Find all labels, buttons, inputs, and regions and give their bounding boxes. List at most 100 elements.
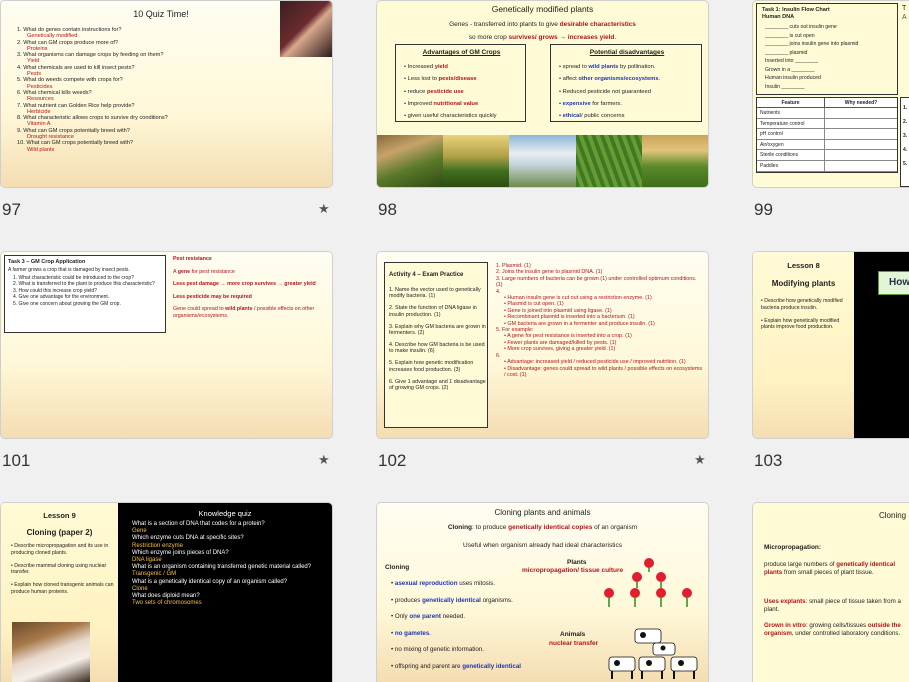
answers-list: 1. Plasmid. (1) 2. Joins the insulin gene…	[496, 263, 703, 378]
slide-thumbnail-99[interactable]: Task 1: Insulin Flow Chart Human DNA ___…	[753, 1, 909, 187]
item-text: organisms.	[480, 596, 513, 604]
flow-chart-box: Task 1: Insulin Flow Chart Human DNA ___…	[756, 3, 898, 95]
list-item: ethical/ public concerns	[559, 110, 660, 122]
side-item: 5.	[903, 161, 908, 167]
activity-box: Activity 4 – Exam Practice 1. Name the v…	[384, 262, 488, 428]
definition-line: Genes - transferred into plants to give …	[449, 21, 636, 28]
flow-line: Grown in a ________	[765, 66, 815, 73]
flow-line: ________ is cut open	[765, 32, 815, 39]
table-cell	[825, 150, 897, 160]
wheat-field-photo	[641, 135, 708, 187]
table-rows: Nutrients Temperature control pH control Ai…	[757, 108, 897, 172]
micro-heading: Micropropagation:	[764, 544, 822, 551]
slide-thumbnail-104[interactable]: Lesson 9 Cloning (paper 2) Describe micr…	[1, 503, 332, 682]
table-header: Why needed?	[844, 100, 878, 106]
flow-line: ________ plasmid	[765, 49, 808, 56]
table-cell	[825, 129, 897, 139]
list-item: Only one parent needed.	[391, 609, 521, 626]
table-cell: pH control	[757, 129, 825, 139]
slide-number-99: 99	[754, 200, 773, 219]
lesson-title: Cloning (paper 2)	[26, 528, 93, 537]
answer-2: A gene for pest resistance	[173, 268, 235, 275]
list-item: affect other organisms/ecosystems.	[559, 73, 661, 85]
yield-line: so more crop survives/ grows → increases…	[468, 34, 617, 41]
objective-item: Explain how genetically modified plants …	[761, 318, 851, 332]
task-question: 5. Give one concern about growing the GM…	[13, 300, 121, 307]
item-text: Increased	[407, 64, 435, 70]
item-highlight: expensive	[562, 100, 591, 107]
table-cell	[825, 108, 897, 118]
star-icon[interactable]: ★	[694, 452, 706, 468]
exam-question: 4. Describe how GM bacteria is be used t…	[389, 341, 485, 355]
animals-heading: Animals	[560, 631, 586, 638]
table-cell: Temperature control	[757, 118, 825, 129]
flow-line: ________ joins insulin gene into plasmid	[765, 41, 859, 47]
list-item: Improved nutritional value	[404, 98, 497, 110]
item-text: reduce	[407, 88, 427, 95]
list-item: spread to wild plants by pollination.	[559, 61, 660, 73]
quiz-question: What is an organism containing transferr…	[132, 564, 312, 571]
item-highlight: one parent	[409, 613, 441, 620]
side-item: 3.	[903, 133, 908, 139]
advantages-title: Advantages of GM Crops	[422, 49, 501, 56]
flow-lines: ________ cuts out insulin gene ________ i…	[765, 23, 858, 91]
activity-title: Activity 4 – Exam Practice	[389, 272, 464, 278]
slide-thumbnail-105[interactable]: Cloning plants and animals Cloning: to p…	[377, 503, 708, 682]
table-row: Temperature control	[757, 118, 897, 130]
answers-column: Pest resistance A gene for pest resistan…	[173, 256, 325, 319]
slide-thumbnail-102[interactable]: Activity 4 – Exam Practice 1. Name the v…	[377, 252, 708, 438]
slide-number-103: 103	[754, 451, 783, 470]
item-highlight: asexual reproduction	[394, 580, 458, 587]
item-highlight: genetically identical	[422, 596, 481, 604]
cow-clones-illustration	[601, 625, 705, 682]
star-icon[interactable]: ★	[318, 452, 330, 468]
slide-thumbnail-101[interactable]: Task 3 – GM Crop Application A farmer gr…	[1, 252, 332, 438]
item-text: Only	[394, 613, 410, 620]
slide-title: Genetically modified plants	[491, 4, 594, 14]
item-text: uses mitosis.	[457, 580, 495, 587]
item-highlight: no gametes	[394, 629, 430, 637]
scientist-photo	[509, 135, 576, 187]
lesson-number: Lesson 9	[43, 511, 76, 520]
list-item: produces genetically identical organisms…	[391, 593, 521, 610]
quiz-answer: Two sets of chromosomes	[132, 600, 202, 607]
slide-title: Cloning	[879, 511, 907, 520]
list-item: Less lost to pests/disease	[404, 73, 497, 85]
slide-thumbnail-97[interactable]: 10 Quiz Time! 1. What do genes contain i…	[1, 1, 332, 187]
table-row: Sterile conditions	[757, 150, 897, 161]
table-cell: Sterile conditions	[757, 150, 825, 160]
plants-heading: Plants	[567, 559, 587, 566]
lesson-panel: Lesson 8 Modifying plants Describe how g…	[753, 252, 854, 438]
item-text: affect	[562, 76, 579, 83]
answer-5: Gene could spread to wild plants / possi…	[173, 306, 315, 319]
star-icon[interactable]: ★	[318, 201, 330, 217]
slide-title: Cloning plants and animals	[494, 508, 591, 517]
advantages-list: Increased yieldLess lost to pests/diseas…	[404, 61, 497, 122]
item-text: offspring and parent are	[394, 662, 463, 670]
table-cell: Air/oxygen	[757, 139, 825, 150]
slide-thumbnail-103[interactable]: Lesson 8 Modifying plants Describe how g…	[753, 252, 909, 438]
slide-thumbnail-106[interactable]: Cloning Micropropagation: produce large …	[753, 503, 909, 682]
slide-number-101: 101	[2, 451, 31, 470]
item-text: given useful characteristics quickly	[407, 113, 497, 120]
exam-question: 3. Explain why GM bacteria are grown in …	[389, 323, 486, 337]
item-text: Less lost to	[407, 76, 439, 83]
quiz-title: Knowledge quiz	[198, 509, 252, 518]
quiz-answer: Gene	[132, 528, 147, 535]
objectives-list: Describe how genetically modified bacter…	[761, 298, 851, 337]
disadvantages-title: Potential disadvantages	[589, 49, 665, 56]
side-letter: T	[902, 5, 907, 12]
quiz-answer: DNA ligase	[132, 557, 162, 564]
item-highlight: pesticide use	[426, 88, 464, 95]
answer-1: Pest resistance	[173, 256, 212, 262]
disadvantages-box: Potential disadvantages spread to wild p…	[550, 44, 702, 122]
item-highlight: genetically identical	[462, 662, 522, 670]
seedling-photo	[443, 135, 510, 187]
exam-answer: • Disadvantage: genes could spread to wi…	[504, 365, 703, 378]
quiz-answer: Transgenic / GM	[132, 571, 177, 578]
objectives-list: Describe micropropagation and its use in…	[11, 543, 114, 602]
slide-thumbnail-98[interactable]: Genetically modified plants Genes - tran…	[377, 1, 708, 187]
table-row: Nutrients	[757, 108, 897, 119]
objective-item: Describe mammal cloning using nuclear tr…	[11, 563, 114, 577]
item-text: by pollination.	[618, 64, 656, 70]
